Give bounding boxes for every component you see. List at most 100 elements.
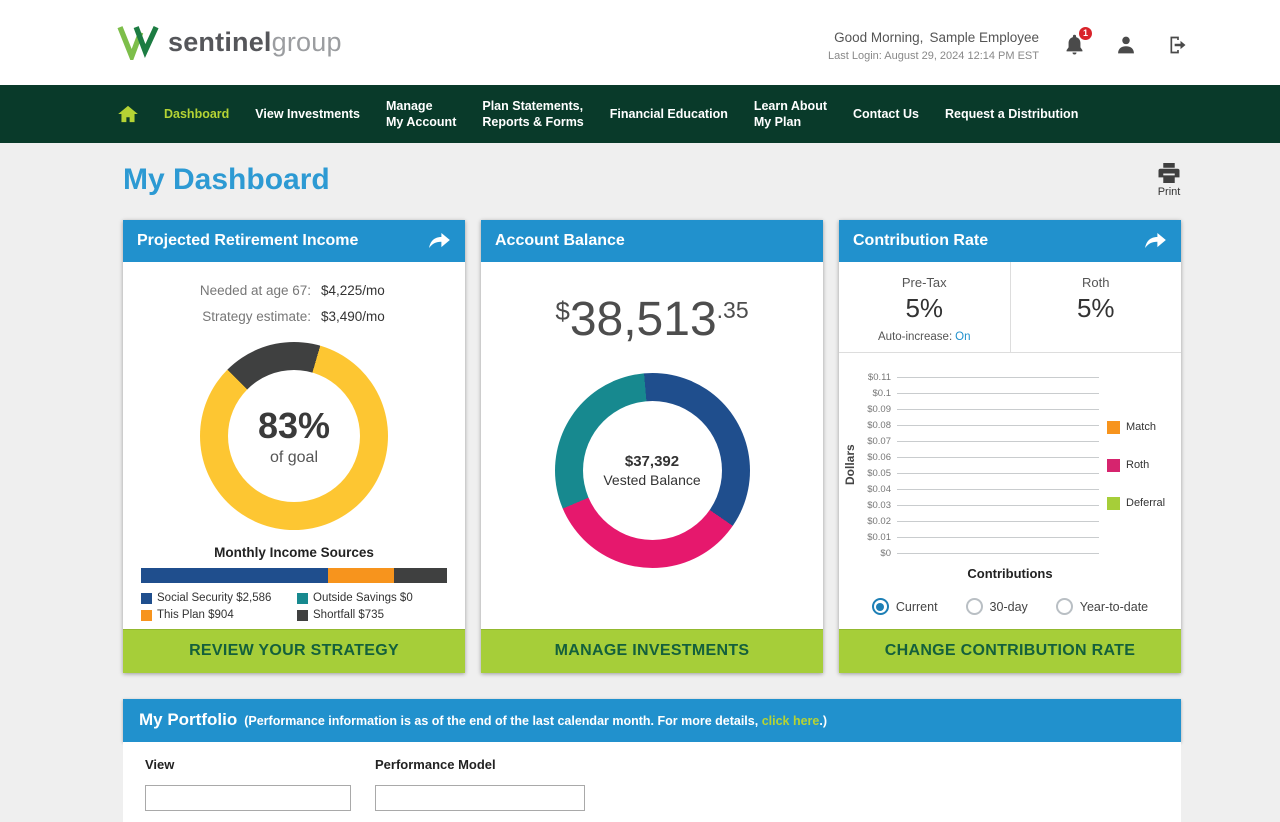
gridline: [897, 424, 1099, 426]
gridline: [897, 376, 1099, 378]
home-icon[interactable]: [118, 105, 138, 123]
radio-current[interactable]: Current: [871, 598, 938, 615]
main-content: My Dashboard Print Projected Retirement …: [123, 163, 1181, 822]
y-tick: $0.02: [867, 515, 891, 527]
radio-year-to-date[interactable]: Year-to-date: [1055, 598, 1148, 615]
auto-increase: Auto-increase: On: [839, 331, 1010, 343]
vested-balance-caption: Vested Balance: [603, 472, 701, 488]
nav-label: View Investments: [255, 106, 360, 121]
legend-item: Roth: [1107, 458, 1173, 472]
manage-investments-button[interactable]: MANAGE INVESTMENTS: [481, 629, 823, 673]
portfolio-subtitle: (Performance information is as of the en…: [244, 714, 827, 728]
y-tick: $0.04: [867, 483, 891, 495]
grid-row: $0.02: [859, 513, 1099, 529]
page-title: My Dashboard: [123, 163, 330, 196]
nav-label: Learn About: [753, 98, 827, 113]
portfolio-header: My Portfolio (Performance information is…: [123, 699, 1181, 742]
goal-caption: of goal: [269, 449, 319, 466]
review-strategy-button[interactable]: REVIEW YOUR STRATEGY: [123, 629, 465, 673]
pretax-label: Pre-Tax: [901, 275, 947, 290]
gridline: [897, 488, 1099, 490]
change-contribution-button[interactable]: CHANGE CONTRIBUTION RATE: [839, 629, 1181, 673]
share-arrow-icon[interactable]: [1144, 233, 1167, 249]
logo-text-primary: sentinel: [168, 27, 272, 57]
legend-swatch: [297, 609, 308, 621]
portfolio-body: View Performance Model: [123, 742, 1181, 822]
radio-30-day[interactable]: 30-day: [965, 598, 1028, 615]
needed-row: Needed at age 67: $4,225/mo: [123, 283, 465, 298]
nav-item-plan-statements[interactable]: Plan Statements, Reports & Forms: [482, 98, 583, 131]
roth-value: 5%: [1076, 293, 1115, 323]
click-here-link[interactable]: click here: [762, 714, 820, 728]
legend-swatch: [141, 609, 152, 621]
legend-label: Outside Savings $0: [313, 592, 413, 604]
title-row: My Dashboard Print: [123, 163, 1181, 198]
balance-currency: $: [555, 296, 570, 326]
contribution-legend: Match Roth Deferral: [1107, 369, 1173, 561]
bar-segment: [393, 568, 447, 583]
user-name: Sample Employee: [929, 29, 1039, 45]
legend-label: Shortfall $735: [313, 609, 384, 621]
notifications-button[interactable]: 1: [1065, 25, 1093, 56]
legend-label: Match: [1126, 421, 1156, 433]
retirement-income-card: Projected Retirement Income Needed at ag…: [123, 220, 465, 673]
y-tick: $0.01: [867, 531, 891, 543]
legend-swatch: [1107, 496, 1120, 510]
radio-dot[interactable]: [965, 598, 983, 615]
y-tick: $0.1: [872, 387, 892, 399]
person-icon: [1118, 36, 1134, 53]
header-right: Good Morning, Sample Employee Last Login:…: [828, 24, 1188, 62]
income-sources-bar: [141, 568, 447, 583]
legend-item: Outside Savings $0: [297, 592, 447, 604]
logout-button[interactable]: [1168, 35, 1188, 55]
gridline: [897, 504, 1099, 506]
nav-item-financial-education[interactable]: Financial Education: [610, 106, 728, 122]
grid-row: $0: [859, 545, 1099, 561]
contribution-chart: Dollars $0.11 $0.1 $0.09 $0.08 $0.07 $0.06 $0.…: [839, 353, 1181, 561]
view-column: View: [145, 757, 375, 822]
view-dropdown[interactable]: [145, 785, 351, 811]
nav-item-view-investments[interactable]: View Investments: [255, 106, 360, 122]
x-axis-label: Contributions: [967, 566, 1053, 581]
radio-dot[interactable]: [871, 598, 889, 615]
nav-item-dashboard[interactable]: Dashboard: [164, 106, 229, 122]
grid-row: $0.08: [859, 417, 1099, 433]
income-sources-title: Monthly Income Sources: [214, 545, 374, 560]
y-tick: $0.03: [867, 499, 891, 511]
printer-icon: [1158, 163, 1180, 184]
goal-percent: 83%: [257, 405, 331, 446]
gridline: [897, 552, 1099, 554]
legend-label: Roth: [1126, 459, 1150, 471]
balance-whole: 38,513: [569, 293, 717, 346]
radio-label: 30-day: [989, 599, 1028, 614]
y-tick: $0.06: [867, 451, 891, 463]
gridline: [897, 520, 1099, 522]
legend-swatch: [297, 592, 308, 604]
gridline: [897, 456, 1099, 458]
account-balance-amount: $38,513.35: [481, 292, 823, 347]
legend-label: This Plan $904: [157, 609, 234, 621]
y-tick: $0.05: [867, 467, 891, 479]
contribution-card-header: Contribution Rate: [839, 220, 1181, 262]
balance-donut: $37,392 Vested Balance: [554, 373, 750, 568]
profile-button[interactable]: [1116, 35, 1136, 55]
nav-item-request-distribution[interactable]: Request a Distribution: [945, 106, 1078, 122]
greeting-text: Good Morning,: [834, 29, 924, 45]
main-nav: Dashboard View Investments Manage My Acco…: [0, 85, 1280, 143]
retirement-card-header: Projected Retirement Income: [123, 220, 465, 262]
logo-text: sentinelgroup: [168, 27, 342, 58]
bar-segment: [141, 568, 329, 583]
roth-label: Roth: [1082, 275, 1110, 290]
grid-row: $0.04: [859, 481, 1099, 497]
nav-item-learn-about-my-plan[interactable]: Learn About My Plan: [754, 98, 827, 131]
legend-item: Match: [1107, 420, 1173, 434]
share-arrow-icon[interactable]: [428, 233, 451, 249]
nav-label: My Account: [385, 115, 457, 129]
nav-item-contact-us[interactable]: Contact Us: [853, 106, 919, 122]
nav-item-manage-my-account[interactable]: Manage My Account: [386, 98, 456, 131]
print-button[interactable]: Print: [1157, 163, 1181, 198]
radio-dot[interactable]: [1055, 598, 1073, 615]
performance-model-dropdown[interactable]: [375, 785, 585, 811]
company-logo[interactable]: sentinelgroup: [115, 25, 342, 60]
grid-row: $0.06: [859, 449, 1099, 465]
